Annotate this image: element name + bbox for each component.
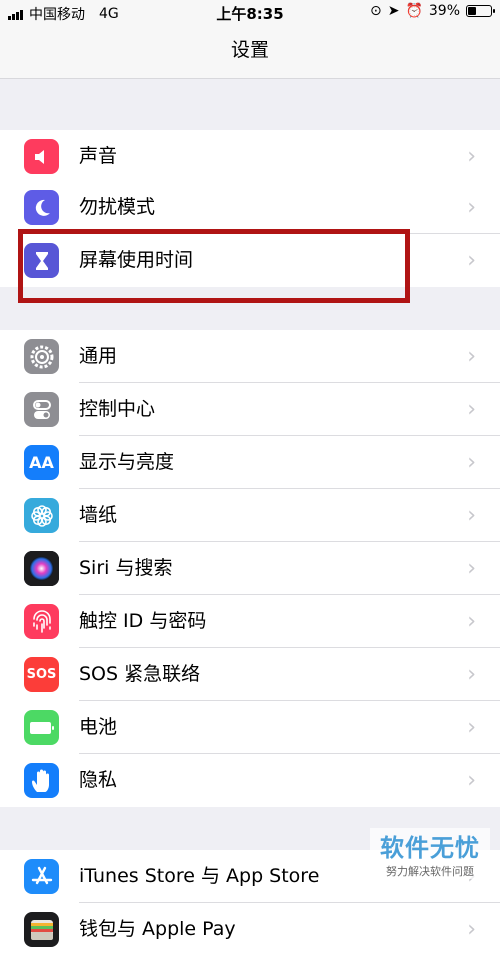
status-bar: 中国移动 4G 上午8:35 ⊙ ➤ ⏰ 39% [0,0,500,26]
settings-row[interactable]: Siri 与搜索 › [0,542,500,595]
fingerprint-icon [24,604,59,639]
settings-row-label: 钱包与 Apple Pay [79,918,236,940]
location-icon: ➤ [387,3,400,19]
settings-row-label: 勿扰模式 [79,196,156,218]
settings-row[interactable]: 勿扰模式 › [0,181,500,234]
chevron-right-icon: › [467,662,476,687]
watermark-main: 软件无忧 [380,834,480,862]
settings-row[interactable]: 触控 ID 与密码 › [0,595,500,648]
settings-row[interactable]: 钱包与 Apple Pay › [0,903,500,956]
chevron-right-icon: › [467,715,476,740]
status-right: ⊙ ➤ ⏰ 39% [369,3,495,19]
chevron-right-icon: › [467,503,476,528]
settings-row[interactable]: AA 显示与亮度 › [0,436,500,489]
moon-icon [24,190,59,225]
siri-icon [24,551,59,586]
settings-row-label: 触控 ID 与密码 [79,610,207,632]
settings-row-label: 声音 [79,145,118,167]
settings-row-label: SOS 紧急联络 [79,663,201,685]
chevron-right-icon: › [467,397,476,422]
settings-row[interactable]: 声音 › [0,130,500,183]
highlight-box [18,229,410,303]
settings-row-label: 隐私 [79,769,118,791]
chevron-right-icon: › [467,556,476,581]
battery-icon [466,5,495,17]
settings-row[interactable]: 电池 › [0,701,500,754]
battery-percent: 39% [428,3,460,19]
chevron-right-icon: › [467,917,476,942]
settings-row[interactable]: SOS SOS 紧急联络 › [0,648,500,701]
watermark-sub: 努力解决软件问题 [386,865,474,878]
chevron-right-icon: › [467,768,476,793]
wallet-icon [24,912,59,947]
toggles-icon [24,392,59,427]
watermark: 软件无忧 努力解决软件问题 [370,828,490,879]
settings-row-label: 电池 [79,716,118,738]
chevron-right-icon: › [467,609,476,634]
chevron-right-icon: › [467,450,476,475]
speaker-icon [24,139,59,174]
settings-row-label: iTunes Store 与 App Store [79,865,320,887]
battery-fill [468,7,477,15]
alarm-icon: ⏰ [405,3,423,19]
settings-row-label: Siri 与搜索 [79,557,173,579]
settings-row-label: 墙纸 [79,504,118,526]
settings-row[interactable]: 通用 › [0,330,500,383]
chevron-right-icon: › [467,344,476,369]
settings-row-label: 通用 [79,345,118,367]
settings-row[interactable]: 隐私 › [0,754,500,807]
settings-row-label: 显示与亮度 [79,451,175,473]
page-title: 设置 [230,39,269,61]
chevron-right-icon: › [467,195,476,220]
text-size-icon: AA [24,445,59,480]
settings-row[interactable]: 墙纸 › [0,489,500,542]
rotation-lock-icon: ⊙ [369,3,382,19]
settings-row-label: 控制中心 [79,398,156,420]
sos-icon: SOS [24,657,59,692]
flower-icon [24,498,59,533]
battery-icon [24,710,59,745]
settings-row[interactable]: 控制中心 › [0,383,500,436]
nav-bar: 设置 [0,26,500,79]
gear-icon [24,339,59,374]
hand-icon [24,763,59,798]
chevron-right-icon: › [467,144,476,169]
chevron-right-icon: › [467,248,476,273]
